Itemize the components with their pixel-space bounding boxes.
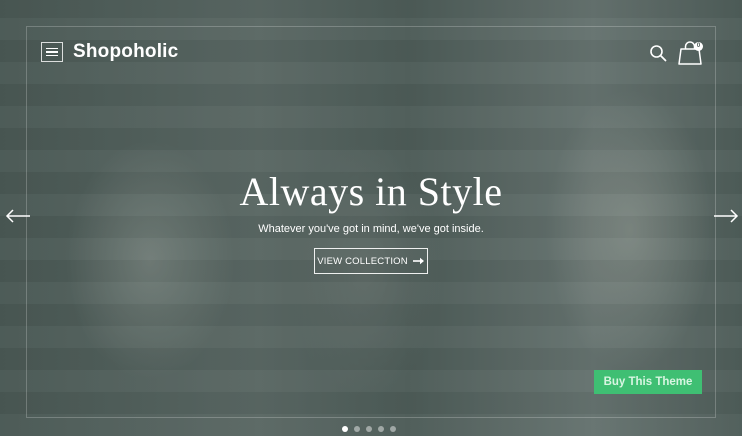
- slider-pagination: [342, 426, 396, 432]
- hero-title: Always in Style: [239, 169, 503, 214]
- hero-subtitle: Whatever you've got in mind, we've got i…: [258, 223, 484, 235]
- view-collection-button[interactable]: VIEW COLLECTION: [314, 248, 428, 274]
- arrow-right-icon[interactable]: [713, 208, 739, 224]
- slider-dot[interactable]: [342, 426, 348, 432]
- slider-dot[interactable]: [390, 426, 396, 432]
- menu-icon-line: [46, 47, 58, 50]
- arrow-right-small-icon: [412, 257, 424, 265]
- menu-icon-line: [46, 54, 58, 57]
- hero-frame: [26, 26, 716, 418]
- slider-dot[interactable]: [378, 426, 384, 432]
- arrow-left-icon[interactable]: [5, 208, 31, 224]
- search-icon[interactable]: [649, 44, 667, 62]
- brand-logo[interactable]: Shopoholic: [73, 41, 178, 63]
- menu-icon-line: [46, 51, 58, 53]
- view-collection-label: VIEW COLLECTION: [317, 255, 408, 267]
- slider-dot[interactable]: [366, 426, 372, 432]
- slider-dot[interactable]: [354, 426, 360, 432]
- buy-theme-button[interactable]: Buy This Theme: [594, 370, 702, 394]
- cart-count-badge: 0: [694, 42, 703, 51]
- menu-button[interactable]: [41, 42, 63, 62]
